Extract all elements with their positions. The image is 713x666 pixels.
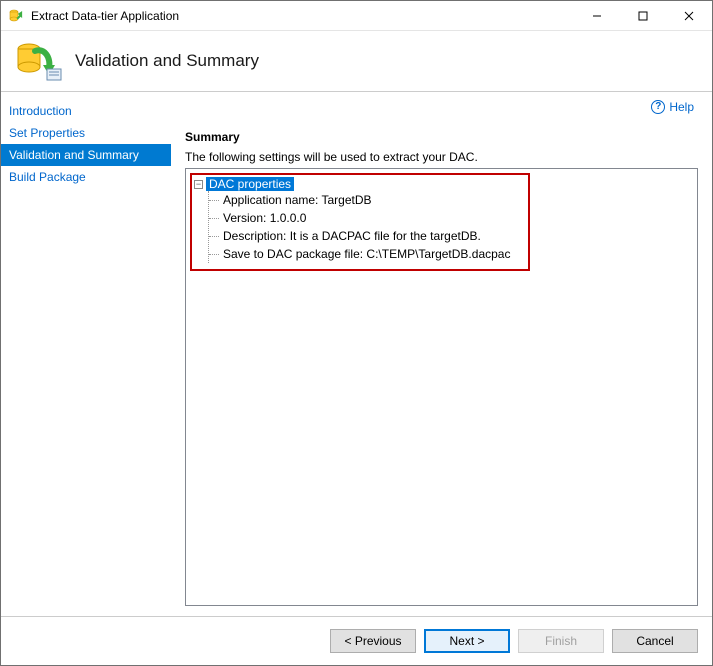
sidebar-item-validation-summary[interactable]: Validation and Summary [1, 144, 171, 166]
annotation-frame: − DAC properties Application name: Targe… [190, 173, 530, 271]
sidebar-item-build-package[interactable]: Build Package [1, 166, 171, 188]
window-controls [574, 1, 712, 30]
finish-button: Finish [518, 629, 604, 653]
summary-description: The following settings will be used to e… [185, 150, 698, 164]
dialog-window: Extract Data-tier Application [0, 0, 713, 666]
wizard-header: Validation and Summary [1, 31, 712, 91]
titlebar: Extract Data-tier Application [1, 1, 712, 31]
wizard-icon [15, 41, 63, 81]
summary-tree[interactable]: − DAC properties Application name: Targe… [185, 168, 698, 606]
minimize-button[interactable] [574, 1, 620, 30]
tree-node-root[interactable]: − DAC properties [194, 177, 522, 191]
sidebar-item-introduction[interactable]: Introduction [1, 100, 171, 122]
maximize-button[interactable] [620, 1, 666, 30]
page-title: Validation and Summary [75, 51, 259, 71]
summary-heading: Summary [185, 130, 698, 144]
cancel-button[interactable]: Cancel [612, 629, 698, 653]
window-title: Extract Data-tier Application [31, 9, 574, 23]
tree-children: Application name: TargetDB Version: 1.0.… [208, 191, 522, 263]
tree-item-description[interactable]: Description: It is a DACPAC file for the… [209, 227, 522, 245]
tree-item-app-name[interactable]: Application name: TargetDB [209, 191, 522, 209]
close-button[interactable] [666, 1, 712, 30]
collapse-icon[interactable]: − [194, 180, 203, 189]
tree-item-save-path[interactable]: Save to DAC package file: C:\TEMP\Target… [209, 245, 522, 263]
tree-item-version[interactable]: Version: 1.0.0.0 [209, 209, 522, 227]
next-button[interactable]: Next > [424, 629, 510, 653]
wizard-body: Introduction Set Properties Validation a… [1, 92, 712, 616]
tree-root-label: DAC properties [206, 177, 294, 191]
main-panel: ? Help Summary The following settings wi… [171, 92, 712, 616]
help-link[interactable]: ? Help [651, 100, 694, 114]
sidebar-item-set-properties[interactable]: Set Properties [1, 122, 171, 144]
wizard-footer: < Previous Next > Finish Cancel [1, 616, 712, 665]
app-icon [9, 8, 25, 24]
wizard-steps-sidebar: Introduction Set Properties Validation a… [1, 92, 171, 616]
previous-button[interactable]: < Previous [330, 629, 416, 653]
help-icon: ? [651, 100, 665, 114]
help-label: Help [669, 100, 694, 114]
